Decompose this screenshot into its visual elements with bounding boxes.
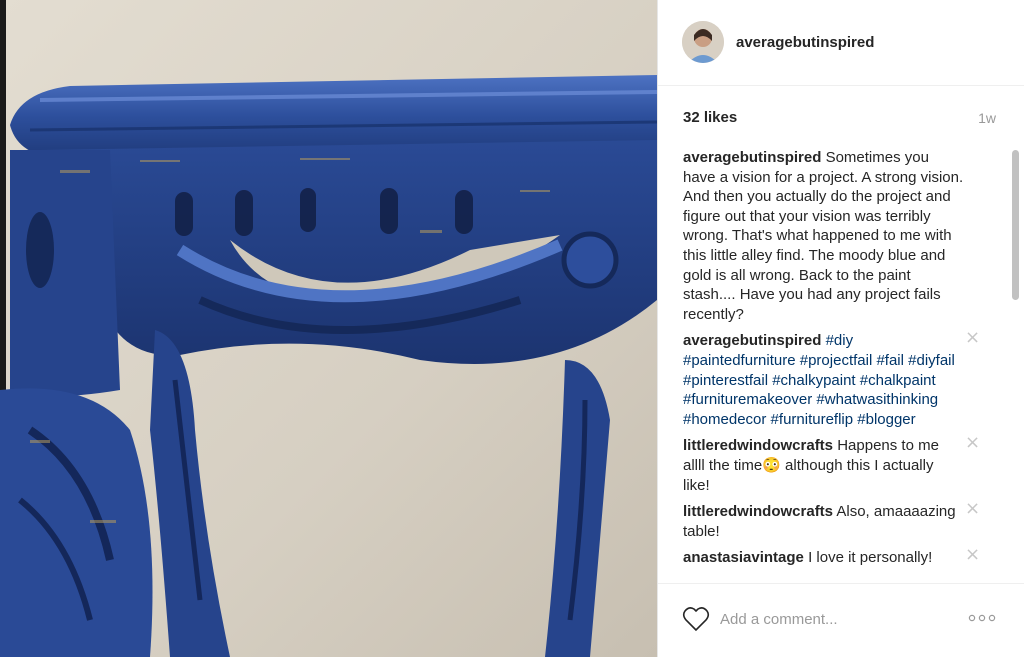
- comment-text: Sometimes you have a vision for a projec…: [683, 149, 964, 323]
- heart-icon[interactable]: [682, 606, 710, 632]
- post-username[interactable]: averagebutinspired: [736, 34, 874, 51]
- comment-text: I love it personally!: [808, 549, 933, 567]
- comment-footer: [658, 583, 1024, 657]
- comment-item: littleredwindowcrafts Happens to me alll…: [658, 434, 1024, 495]
- comments-scrollbar[interactable]: [1012, 150, 1019, 582]
- close-icon[interactable]: ×: [965, 500, 980, 518]
- post-photo[interactable]: [0, 0, 657, 657]
- caption: averagebutinspired Sometimes you have a …: [658, 148, 1024, 324]
- comment-username[interactable]: averagebutinspired: [683, 149, 821, 166]
- comment-username[interactable]: littleredwindowcrafts: [683, 503, 833, 520]
- more-options-icon[interactable]: [968, 614, 996, 622]
- avatar[interactable]: [682, 21, 724, 63]
- avatar-image: [682, 21, 724, 63]
- likes-count[interactable]: 32 likes: [683, 109, 737, 126]
- comment-username[interactable]: littleredwindowcrafts: [683, 437, 833, 454]
- close-icon[interactable]: ×: [965, 546, 980, 564]
- scrollbar-thumb[interactable]: [1012, 150, 1019, 300]
- close-icon[interactable]: ×: [965, 434, 980, 452]
- post-header: averagebutinspired: [658, 0, 1024, 86]
- blue-carved-table-image: [0, 0, 657, 657]
- post-time[interactable]: 1w: [978, 110, 996, 126]
- comment-username[interactable]: anastasiavintage: [683, 549, 804, 566]
- comment-input[interactable]: [720, 606, 950, 632]
- comment-item: averagebutinspired #diy #paintedfurnitur…: [658, 329, 1024, 429]
- comment-item: littleredwindowcrafts Also, amaaaazing t…: [658, 500, 1024, 541]
- post-details-panel: averagebutinspired 32 likes 1w averagebu…: [657, 0, 1024, 657]
- comment-username[interactable]: averagebutinspired: [683, 332, 821, 349]
- comments-list[interactable]: averagebutinspired Sometimes you have a …: [658, 148, 1024, 583]
- comment-item: anastasiavintage I love it personally! ×: [658, 546, 1024, 568]
- likes-row: 32 likes 1w: [658, 86, 1024, 146]
- close-icon[interactable]: ×: [965, 329, 980, 347]
